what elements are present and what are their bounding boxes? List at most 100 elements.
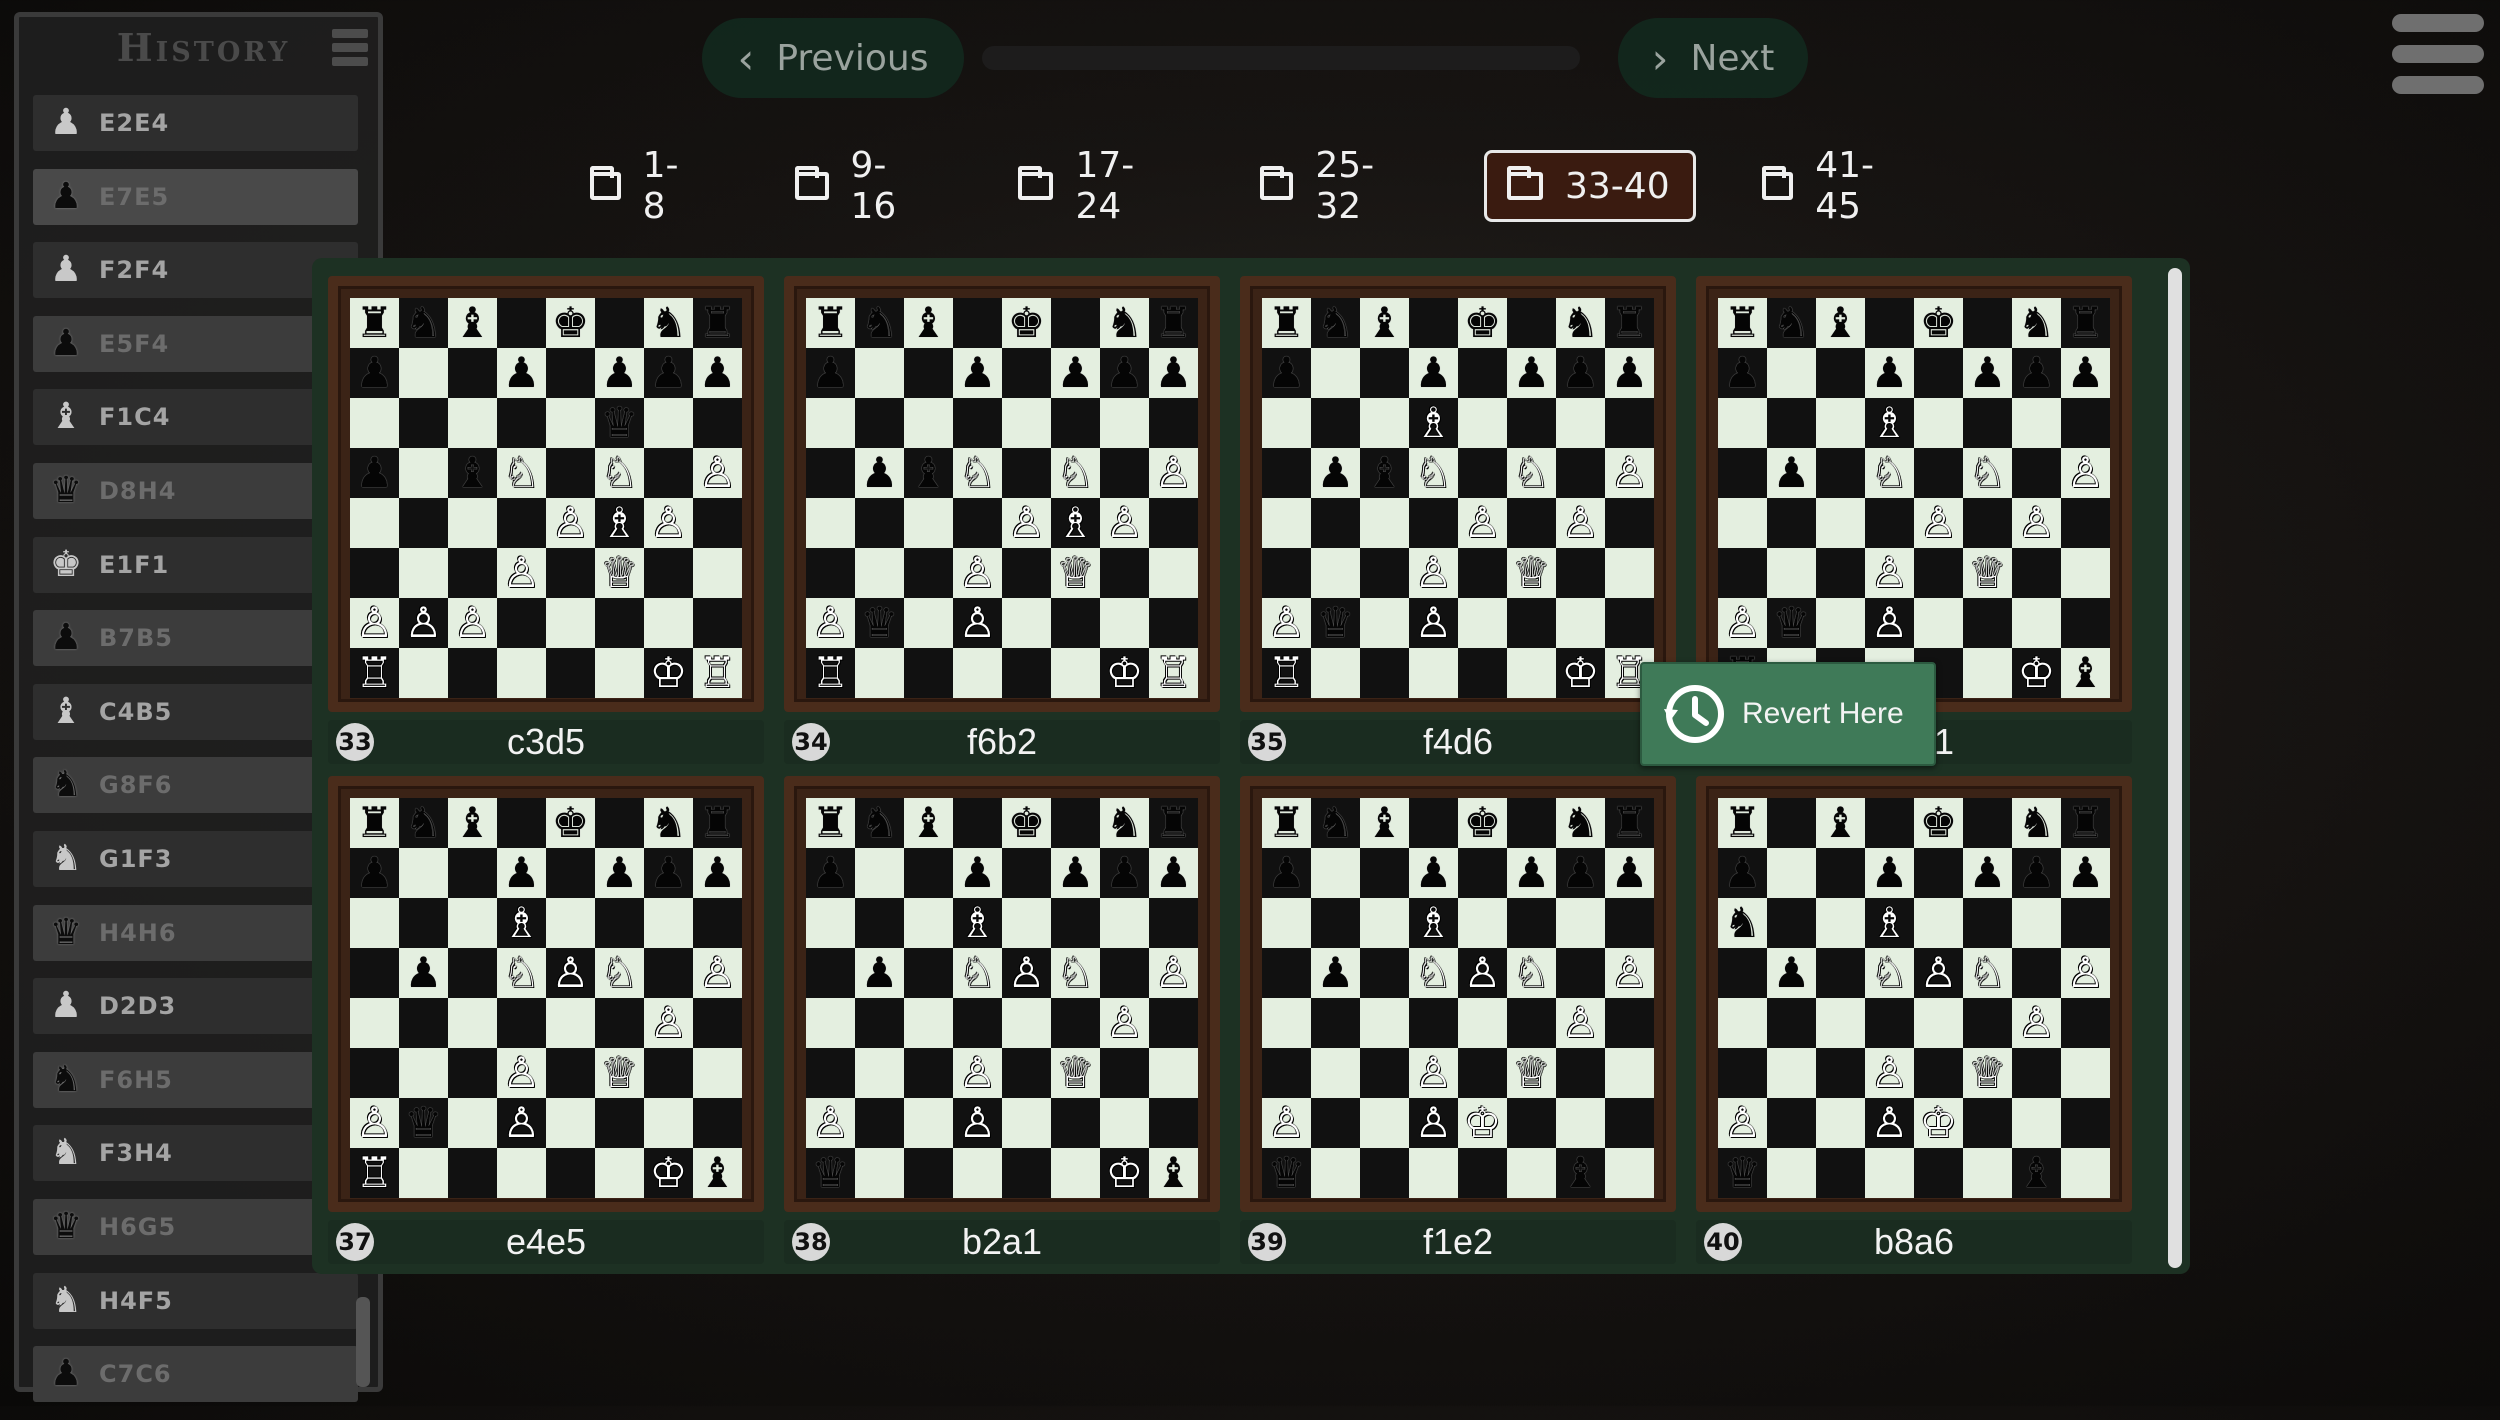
history-menu-icon[interactable] [332, 29, 368, 71]
history-row[interactable]: ♛ H4H6 [33, 904, 358, 961]
folder-icon [1762, 166, 1794, 200]
board-square [1051, 398, 1100, 448]
board-card[interactable]: ♜ ♞ ♝ ♚ ♞ ♜ ♟ ♟ ♟ ♟ ♟ ♗ ♟ ♘ ♙ ♘ ♙ ♙ ♙ ♕ ♙ ♙ ♔ ♛ ♝ 39 f1e2 [1240, 776, 1676, 1264]
next-label: Next [1690, 37, 1775, 79]
board-square: ♕ [1051, 548, 1100, 598]
history-piece-icon: ♟ [49, 175, 83, 217]
tab-25-32[interactable]: 25-32 [1240, 145, 1430, 227]
history-move: C7C6 [99, 1360, 172, 1389]
board-card[interactable]: ♜ ♞ ♝ ♚ ♞ ♜ ♟ ♟ ♟ ♟ ♟ ♛ ♟ ♝ ♘ ♘ ♙ ♙ ♗ ♙ ♙ ♕ ♙ ♙ ♙ ♖ ♔ ♖ 33 c3d5 [328, 276, 764, 764]
board-card[interactable]: ♜ ♞ ♝ ♚ ♞ ♜ ♟ ♟ ♟ ♟ ♟ ♗ ♟ ♘ ♙ ♘ ♙ ♙ ♙ ♕ ♙ ♛ ♙ ♖ ♔ ♝ 37 e4e5 [328, 776, 764, 1264]
history-row[interactable]: ♟ E2E4 [33, 95, 358, 151]
board-square [1458, 548, 1507, 598]
board-square: ♘ [497, 448, 546, 498]
history-scrollbar[interactable] [356, 1297, 370, 1387]
chess-piece-icon: ♞ [2017, 798, 2056, 847]
board-square: ♘ [1865, 948, 1914, 998]
board-square: ♟ [350, 848, 399, 898]
chess-piece-icon: ♙ [2066, 448, 2105, 497]
board-square: ♟ [953, 348, 1002, 398]
chess-piece-icon: ♙ [551, 498, 590, 547]
tab-17-24[interactable]: 17-24 [998, 145, 1198, 227]
history-row[interactable]: ♟ D2D3 [33, 978, 358, 1035]
board-card[interactable]: ♜ ♞ ♝ ♚ ♞ ♜ ♟ ♟ ♟ ♟ ♟ ♗ ♟ ♝ ♘ ♘ ♙ ♙ ♙ ♙ ♕ ♙ ♛ ♙ ♖ ♔ ♖ 35 f4d6 [1240, 276, 1676, 764]
board-square: ♙ [1409, 598, 1458, 648]
chess-piece-icon: ♛ [404, 1098, 443, 1147]
history-row[interactable]: ♟ B7B5 [33, 610, 358, 667]
history-row[interactable]: ♞ F3H4 [33, 1125, 358, 1182]
board-square: ♟ [1963, 848, 2012, 898]
history-row[interactable]: ♝ F1C4 [33, 389, 358, 446]
chess-piece-icon: ♘ [1870, 948, 1909, 997]
history-row[interactable]: ♛ H6G5 [33, 1198, 358, 1255]
tab-9-16[interactable]: 9-16 [775, 145, 945, 227]
board-grid-scrollbar[interactable] [2168, 268, 2182, 1268]
board-square [448, 1098, 497, 1148]
board-card[interactable]: ♜ ♞ ♝ ♚ ♞ ♜ ♟ ♟ ♟ ♟ ♟ ♟ ♝ ♘ ♘ ♙ ♙ ♗ ♙ ♙ ♕ ♙ ♛ ♙ ♖ ♔ ♖ 34 f6b2 [784, 276, 1220, 764]
board-square [855, 898, 904, 948]
history-row[interactable]: ♞ G1F3 [33, 830, 358, 887]
board-square [2012, 948, 2061, 998]
board-frame: ♜ ♝ ♚ ♞ ♜ ♟ ♟ ♟ ♟ ♟ ♞ ♗ ♟ ♘ ♙ ♘ ♙ ♙ ♙ ♕ ♙ ♙ ♔ ♛ ♝ [1696, 776, 2132, 1212]
chess-piece-icon: ♟ [811, 848, 850, 897]
board-square: ♟ [1051, 348, 1100, 398]
main-menu-icon[interactable] [2392, 14, 2484, 110]
board-square [1507, 1098, 1556, 1148]
tab-1-8[interactable]: 1-8 [570, 145, 710, 227]
chess-piece-icon: ♙ [453, 598, 492, 647]
chess-piece-icon: ♟ [1316, 948, 1355, 997]
board-square: ♙ [1556, 998, 1605, 1048]
board-square: ♙ [399, 598, 448, 648]
board-square: ♚ [1914, 798, 1963, 848]
tab-41-45[interactable]: 41-45 [1742, 145, 1922, 227]
board-square [399, 898, 448, 948]
board-move-label: f4d6 [1422, 721, 1494, 762]
board-caption: 38 b2a1 [784, 1220, 1220, 1264]
chess-piece-icon: ♟ [600, 348, 639, 397]
tab-33-40[interactable]: 33-40 [1484, 150, 1696, 222]
history-row[interactable]: ♞ G8F6 [33, 757, 358, 814]
chess-piece-icon: ♝ [1365, 298, 1404, 347]
chess-piece-icon: ♟ [1316, 448, 1355, 497]
history-piece-icon: ♟ [49, 249, 83, 291]
chess-piece-icon: ♙ [1007, 498, 1046, 547]
chess-piece-icon: ♝ [698, 1148, 737, 1197]
history-row[interactable]: ♞ H4F5 [33, 1272, 358, 1329]
chess-piece-icon: ♖ [811, 648, 850, 697]
history-row[interactable]: ♚ E1F1 [33, 536, 358, 593]
board-card[interactable]: ♜ ♝ ♚ ♞ ♜ ♟ ♟ ♟ ♟ ♟ ♞ ♗ ♟ ♘ ♙ ♘ ♙ ♙ ♙ ♕ ♙ ♙ ♔ ♛ ♝ 40 b8a6 [1696, 776, 2132, 1264]
history-row[interactable]: ♝ C4B5 [33, 683, 358, 740]
next-button[interactable]: › Next [1618, 18, 1808, 98]
history-row[interactable]: ♟ E7E5 [33, 168, 358, 225]
board-square: ♖ [1149, 648, 1198, 698]
board-square [1262, 498, 1311, 548]
board-square: ♟ [1507, 848, 1556, 898]
board-square: ♗ [1865, 398, 1914, 448]
history-row[interactable]: ♞ F6H5 [33, 1051, 358, 1108]
history-move: E5F4 [99, 329, 170, 358]
history-row[interactable]: ♟ F2F4 [33, 242, 358, 299]
board-square [644, 1098, 693, 1148]
history-row[interactable]: ♟ C7C6 [33, 1346, 358, 1403]
board-square [1914, 1048, 1963, 1098]
chess-piece-icon: ♟ [1056, 848, 1095, 897]
board-card[interactable]: ♜ ♞ ♝ ♚ ♞ ♜ ♟ ♟ ♟ ♟ ♟ ♗ ♟ ♘ ♙ ♘ ♙ ♙ ♙ ♕ ♙ ♙ ♛ ♔ ♝ 38 b2a1 [784, 776, 1220, 1264]
chess-piece-icon: ♕ [600, 548, 639, 597]
board-square [1605, 498, 1654, 548]
board-square [1556, 1098, 1605, 1148]
board-square: ♝ [1556, 1148, 1605, 1198]
revert-here-button[interactable]: Revert Here [1640, 662, 1936, 766]
board-square: ♙ [2061, 948, 2110, 998]
history-piece-icon: ♛ [49, 911, 83, 953]
board-square [953, 998, 1002, 1048]
board-square [1262, 998, 1311, 1048]
board-square: ♝ [1816, 298, 1865, 348]
board-square [1816, 348, 1865, 398]
chess-piece-icon: ♙ [698, 948, 737, 997]
board-square [448, 1148, 497, 1198]
board-square: ♟ [1149, 348, 1198, 398]
history-row[interactable]: ♛ D8H4 [33, 462, 358, 519]
history-row[interactable]: ♟ E5F4 [33, 315, 358, 372]
previous-button[interactable]: ‹ Previous [702, 18, 964, 98]
board-square [1816, 1098, 1865, 1148]
